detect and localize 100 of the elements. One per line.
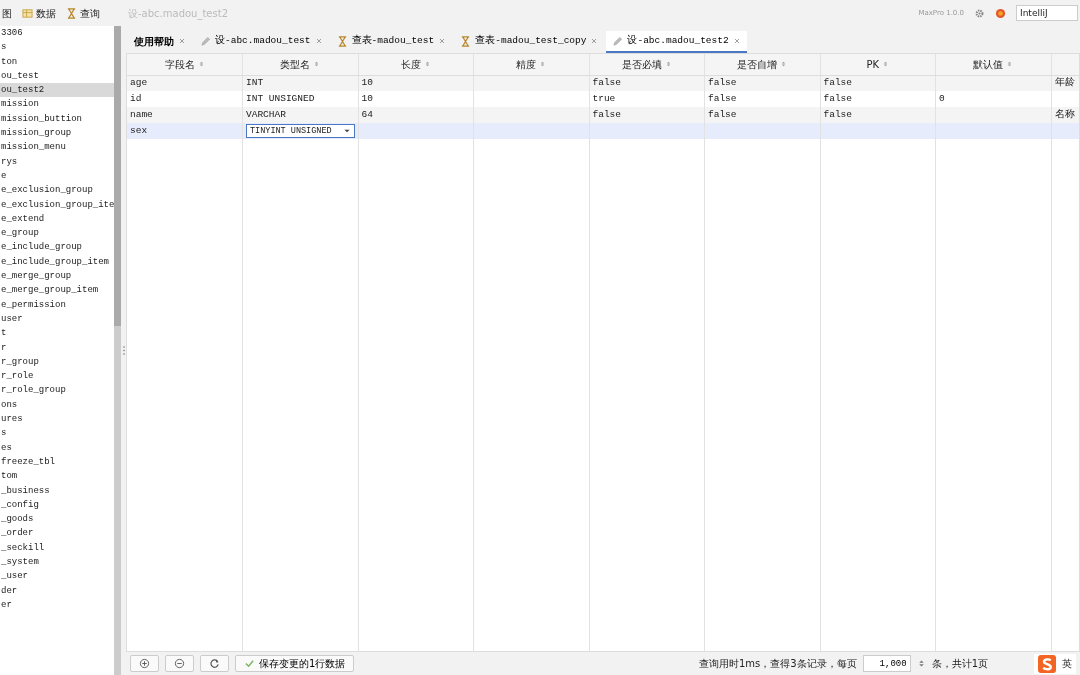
refresh-button[interactable] <box>200 655 229 672</box>
settings-icon <box>974 7 985 19</box>
tab-label: 查表-madou_test <box>351 33 435 48</box>
tree-item[interactable]: _user <box>0 569 114 584</box>
type-dropdown[interactable]: TINYINT UNSIGNED <box>246 124 355 138</box>
tree-item[interactable]: ou_test <box>0 68 114 84</box>
theme-field[interactable]: IntelliJ <box>1016 5 1078 21</box>
tree-item[interactable]: _config <box>0 497 114 513</box>
tree-item[interactable]: _order <box>0 526 114 541</box>
toolbar-label[interactable]: 数据 <box>36 5 56 21</box>
tab[interactable]: 查表-madou_test <box>330 31 453 53</box>
refresh-icon <box>209 658 220 669</box>
remove-button[interactable] <box>165 655 194 672</box>
table-cell: VARCHAR <box>246 108 286 120</box>
tree-item[interactable]: mission_group <box>0 126 114 141</box>
table-cell: false <box>592 77 621 89</box>
hourglass-icon <box>460 35 472 47</box>
toolbar-label[interactable]: 图 <box>2 5 12 21</box>
tree-item[interactable]: r_group <box>0 354 114 370</box>
tree-item[interactable]: ton <box>0 54 114 69</box>
table-cell: false <box>823 108 852 120</box>
tree-item[interactable]: er <box>0 597 114 613</box>
close-icon[interactable] <box>590 37 599 45</box>
column-header[interactable]: PK <box>866 56 890 72</box>
add-button[interactable] <box>130 655 159 672</box>
scrollbar[interactable] <box>114 26 121 675</box>
pencil-icon <box>200 35 211 47</box>
tab[interactable]: 设-abc.madou_test <box>194 31 329 53</box>
tab[interactable]: 使用帮助 <box>128 31 192 53</box>
page-info: 条，共计1页 <box>931 657 988 671</box>
tab[interactable]: 设-abc.madou_test2 <box>606 31 747 53</box>
tree-item[interactable]: t <box>0 326 114 341</box>
tree-item[interactable]: r_role_group <box>0 383 114 398</box>
tree-item[interactable]: ons <box>0 397 114 412</box>
table-cell: name <box>130 108 153 120</box>
table-icon <box>22 7 33 19</box>
table-cell: false <box>708 92 737 104</box>
table-cell: 64 <box>361 108 373 120</box>
close-icon[interactable] <box>438 37 447 45</box>
tree-item[interactable]: _business <box>0 483 114 498</box>
tree-item[interactable]: user <box>0 311 114 327</box>
table-cell: 10 <box>361 77 373 89</box>
tree-item[interactable]: mission_menu <box>0 140 114 155</box>
tree-item[interactable]: mission <box>0 97 114 112</box>
close-icon[interactable] <box>732 37 741 45</box>
table-cell: INT <box>246 77 264 89</box>
tree-item[interactable]: e_include_group <box>0 240 114 255</box>
tree-item[interactable]: _seckill <box>0 540 114 555</box>
tree-item[interactable]: ou_test2 <box>0 83 114 98</box>
tree-item[interactable]: _system <box>0 555 114 570</box>
tree-item[interactable]: e <box>0 168 114 184</box>
table-cell: age <box>130 77 148 89</box>
pencil-icon <box>612 35 624 47</box>
table-cell: true <box>592 92 616 104</box>
tree-item[interactable]: tom <box>0 469 114 484</box>
toolbar-label[interactable]: 查询 <box>80 5 100 21</box>
tree-item[interactable]: _goods <box>0 512 114 527</box>
tab-label: 设-abc.madou_test2 <box>627 33 729 48</box>
minus-circle-icon <box>174 658 185 669</box>
close-icon[interactable] <box>178 37 186 45</box>
tree-item[interactable]: ures <box>0 412 114 427</box>
ime-language[interactable]: 英 <box>1062 656 1072 671</box>
tree-item[interactable]: e_exclusion_group <box>0 183 114 198</box>
table-cell: false <box>708 108 737 120</box>
page-size-field[interactable]: 1,000 <box>862 655 911 672</box>
tree-item[interactable]: der <box>0 583 114 598</box>
table-cell: 名称 <box>1054 108 1075 120</box>
table-cell: false <box>592 108 621 120</box>
close-icon[interactable] <box>314 37 323 45</box>
table-cell: INT UNSIGNED <box>246 92 315 104</box>
tab-label: 查表-madou_test_copy <box>475 33 587 48</box>
tree-item[interactable]: es <box>0 440 114 455</box>
tree-item[interactable]: s <box>0 426 114 441</box>
tree-item[interactable]: r_role <box>0 369 114 384</box>
tree-item[interactable]: e_permission <box>0 297 114 312</box>
tree-item[interactable]: e_group <box>0 226 114 241</box>
tree-item[interactable]: rys <box>0 154 114 169</box>
tree-item[interactable]: freeze_tbl <box>0 454 114 470</box>
table-cell: false <box>708 77 737 89</box>
table-cell: 0 <box>939 92 945 104</box>
table-cell: false <box>823 92 852 104</box>
table-cell: id <box>130 92 142 104</box>
tree-item[interactable]: r <box>0 340 114 355</box>
tree-item[interactable]: mission_buttion <box>0 111 114 127</box>
tree-item[interactable]: e_merge_group_item <box>0 283 114 298</box>
hourglass-icon <box>66 7 77 19</box>
tree-item[interactable]: s <box>0 40 114 55</box>
tree-item[interactable]: e_exclusion_group_ite <box>0 197 114 212</box>
tab-label: 使用帮助 <box>134 34 174 49</box>
tab-label: 设-abc.madou_test <box>215 33 311 48</box>
hourglass-icon <box>336 35 348 47</box>
splitter-handle[interactable] <box>122 346 125 355</box>
tree-item[interactable]: e_extend <box>0 211 114 227</box>
tree-item[interactable]: e_include_group_item <box>0 254 114 270</box>
table-cell: sex <box>130 124 148 136</box>
tree-item[interactable]: e_merge_group <box>0 269 114 284</box>
table-cell: 10 <box>361 92 373 104</box>
tab[interactable]: 查表-madou_test_copy <box>454 31 605 53</box>
save-button[interactable]: 保存变更的1行数据 <box>235 655 355 672</box>
tree-item[interactable]: 3306 <box>0 26 114 41</box>
